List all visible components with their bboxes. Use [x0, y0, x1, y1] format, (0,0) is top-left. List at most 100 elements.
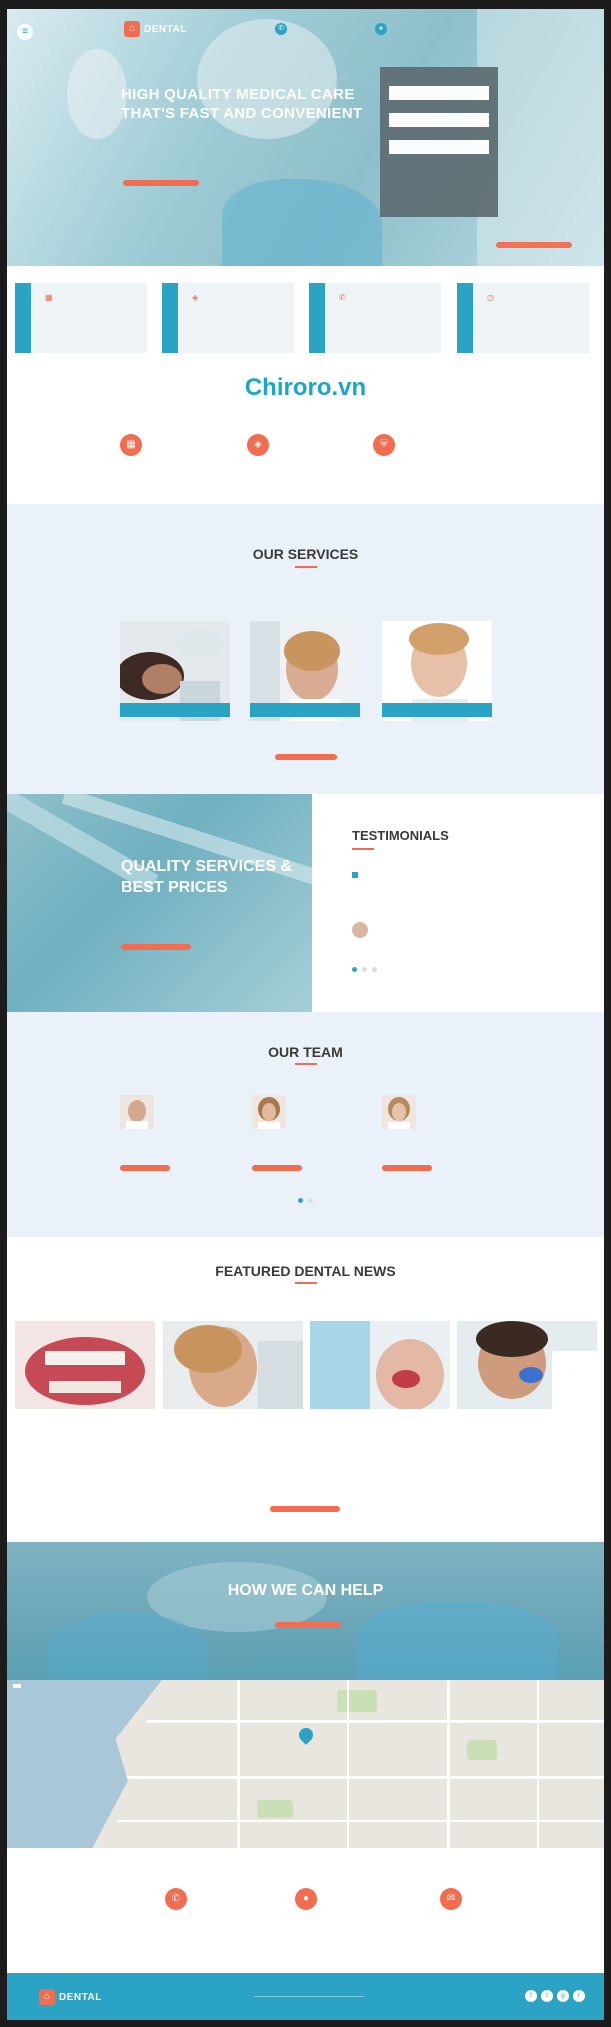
info-box-label — [15, 283, 31, 353]
dentist-photo-shape — [357, 1602, 557, 1680]
article-image — [457, 1321, 597, 1409]
name-field[interactable] — [389, 86, 489, 100]
team-title: OUR TEAM — [268, 1044, 343, 1060]
news-article[interactable] — [15, 1321, 155, 1501]
news-button[interactable] — [270, 1506, 340, 1512]
header-phone: ✆ — [275, 23, 291, 35]
calendar-icon: ▦ — [120, 434, 142, 456]
member-photo — [120, 1095, 154, 1129]
calendar-icon: ▦ — [45, 293, 53, 302]
quote-icon — [352, 872, 358, 878]
testimonials-title: TESTIMONIALS — [352, 828, 449, 843]
map-road — [347, 1680, 349, 1848]
article-image — [310, 1321, 450, 1409]
footer-divider — [254, 1996, 364, 1997]
tooth-logo-icon: ⌂ — [39, 1989, 55, 2005]
article-image — [15, 1321, 155, 1409]
info-box-label — [457, 283, 473, 353]
carousel-dots — [298, 1198, 313, 1203]
google-plus-icon[interactable]: g — [557, 1990, 569, 2002]
feature-item: ⛨ — [373, 434, 493, 456]
appointment-form — [380, 67, 572, 248]
landing-page: ≡ ⌂ DENTAL ✆ ● HIGH QUALITY MEDICAL CARE… — [7, 9, 604, 2020]
site-logo[interactable]: ⌂ DENTAL — [124, 21, 187, 37]
member-button[interactable] — [120, 1165, 170, 1171]
tooth-icon: ◈ — [192, 293, 199, 302]
rss-icon[interactable]: r — [573, 1990, 585, 2002]
map-road — [537, 1680, 539, 1848]
team-member — [252, 1095, 372, 1185]
team-member — [382, 1095, 502, 1185]
services-button[interactable] — [275, 754, 337, 760]
quality-banner: QUALITY SERVICES & BEST PRICES — [7, 794, 312, 1012]
info-boxes: ▦ ◈ ✆ ◷ — [7, 266, 604, 364]
title-underline — [352, 848, 374, 850]
tooth-logo-icon: ⌂ — [124, 21, 140, 37]
location-map[interactable] — [7, 1680, 604, 1848]
title-underline — [295, 1063, 317, 1065]
contact-strip: ✆ ● ✉ — [7, 1848, 604, 1973]
phone-icon: ✆ — [339, 293, 346, 302]
menu-icon[interactable]: ≡ — [17, 24, 33, 40]
quality-button[interactable] — [121, 944, 191, 950]
news-article[interactable] — [163, 1321, 303, 1501]
footer: ⌂ DENTAL f t g r — [7, 1973, 604, 2020]
title-underline — [295, 1282, 317, 1284]
email-field[interactable] — [389, 113, 489, 127]
article-image — [163, 1321, 303, 1409]
service-card[interactable] — [120, 621, 230, 721]
hero-button[interactable] — [123, 180, 199, 186]
map-pin-icon[interactable] — [296, 1725, 316, 1745]
services-button-wrap — [275, 747, 337, 765]
map-road — [117, 1820, 604, 1822]
twitter-icon[interactable]: t — [541, 1990, 553, 2002]
watermark-text: Chiroro.vn — [244, 374, 367, 401]
map-park — [467, 1740, 497, 1760]
help-banner: HOW WE CAN HELP — [7, 1542, 604, 1680]
service-card[interactable] — [382, 621, 492, 721]
hero-photo-shape — [67, 49, 127, 139]
map-park — [337, 1690, 377, 1712]
info-box-label — [162, 283, 178, 353]
form-submit-button[interactable] — [496, 242, 572, 248]
carousel-dot[interactable] — [352, 967, 357, 972]
news-article[interactable] — [457, 1321, 597, 1501]
info-box: ◷ — [457, 283, 589, 353]
member-photo — [382, 1095, 416, 1129]
news-article[interactable] — [310, 1321, 450, 1501]
help-button[interactable] — [275, 1622, 341, 1628]
contact-email: ✉ — [391, 1888, 511, 1918]
team-section: OUR TEAM — [7, 1012, 604, 1237]
header-address: ● — [375, 23, 391, 35]
member-photo — [252, 1095, 286, 1129]
testimonials-section: TESTIMONIALS — [312, 794, 604, 1012]
mail-icon: ✉ — [440, 1888, 462, 1910]
service-label — [382, 703, 492, 717]
social-links: f t g r — [525, 1990, 585, 2002]
logo-text: DENTAL — [59, 1991, 102, 2003]
member-button[interactable] — [382, 1165, 432, 1171]
phone-icon: ✆ — [165, 1888, 187, 1910]
hero-section: ≡ ⌂ DENTAL ✆ ● HIGH QUALITY MEDICAL CARE… — [7, 9, 604, 266]
services-title: OUR SERVICES — [252, 546, 359, 562]
map-type-control[interactable] — [13, 1684, 21, 1688]
member-button[interactable] — [252, 1165, 302, 1171]
facebook-icon[interactable]: f — [525, 1990, 537, 2002]
carousel-dot[interactable] — [308, 1198, 313, 1203]
shield-icon: ⛨ — [373, 434, 395, 456]
carousel-dot[interactable] — [362, 967, 367, 972]
phone-icon: ✆ — [275, 23, 287, 35]
news-title: FEATURED DENTAL NEWS — [215, 1263, 396, 1279]
info-box-label — [309, 283, 325, 353]
service-card[interactable] — [250, 621, 360, 721]
carousel-dot[interactable] — [372, 967, 377, 972]
location-icon: ● — [295, 1888, 317, 1910]
quality-title: QUALITY SERVICES & BEST PRICES — [121, 858, 292, 896]
clock-icon: ◷ — [487, 293, 494, 302]
footer-logo[interactable]: ⌂ DENTAL — [39, 1989, 102, 2005]
hero-photo-shape — [222, 179, 382, 266]
carousel-dot[interactable] — [298, 1198, 303, 1203]
title-underline — [295, 566, 317, 568]
contact-address: ● — [246, 1888, 366, 1918]
date-field[interactable] — [389, 140, 489, 154]
